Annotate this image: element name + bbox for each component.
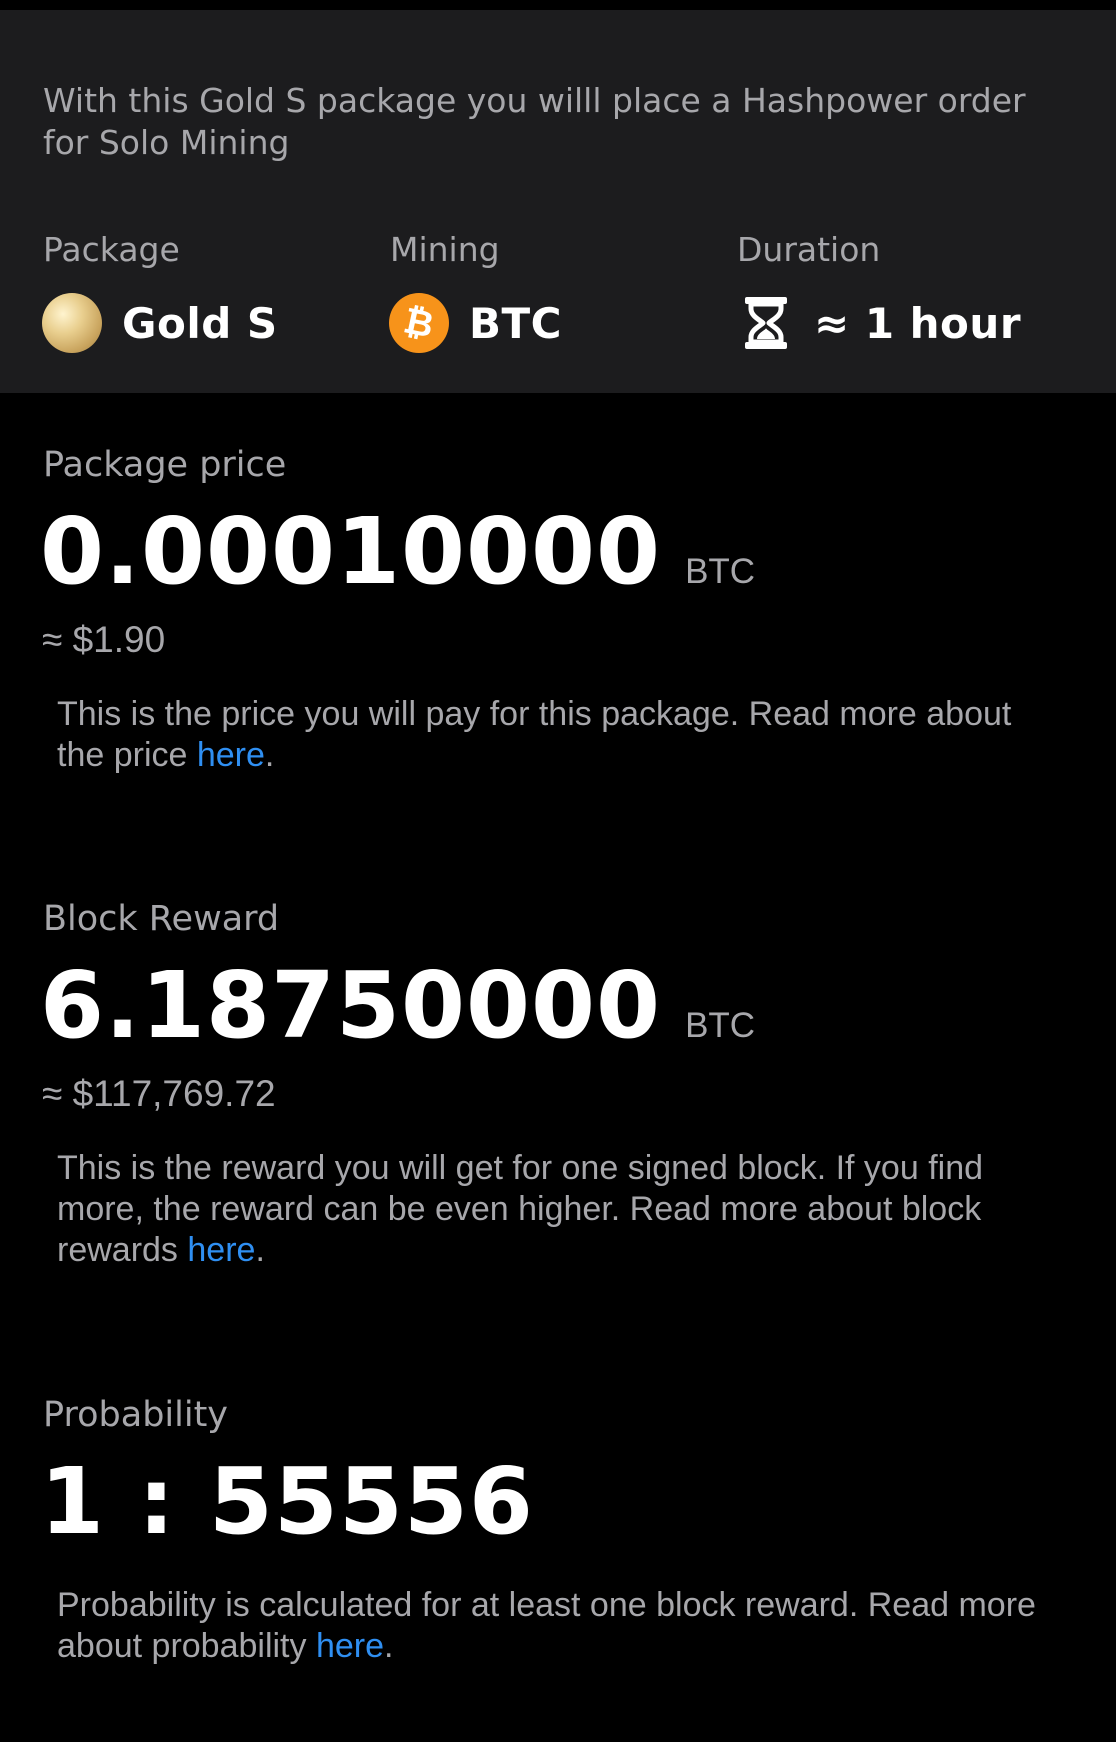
block-reward-label: Block Reward [43, 899, 280, 939]
package-price-row: 0.00010000 BTC [40, 502, 755, 602]
probability-description: Probability is calculated for at least o… [57, 1586, 1036, 1665]
probability-row: 1 : 55556 [40, 1452, 534, 1552]
intro-text: With this Gold S package you willl place… [43, 81, 1026, 162]
reward-info-link[interactable]: here [187, 1231, 255, 1269]
probability-amount: 1 : 55556 [40, 1448, 534, 1555]
mining-coin: BTC [469, 298, 562, 348]
package-price-label: Package price [43, 445, 287, 485]
package-price-amount: 0.00010000 [40, 498, 662, 605]
duration-label: Duration [737, 230, 881, 269]
mining-label: Mining [390, 230, 500, 269]
package-value: Gold S [42, 293, 278, 353]
package-price-description: This is the price you will pay for this … [57, 695, 1012, 774]
package-name: Gold S [122, 298, 278, 348]
block-reward-fiat: ≈ $117,769.72 [42, 1073, 276, 1114]
duration-value: ≈ 1 hour [740, 293, 1021, 353]
gold-coin-icon [42, 293, 102, 353]
block-reward-amount: 6.18750000 [40, 952, 662, 1059]
probability-info-link[interactable]: here [316, 1627, 384, 1665]
block-reward-description: This is the reward you will get for one … [57, 1149, 984, 1269]
hourglass-icon [740, 293, 792, 353]
bitcoin-icon: ₿ [389, 293, 449, 353]
price-info-link[interactable]: here [197, 736, 265, 774]
duration-text: ≈ 1 hour [814, 298, 1022, 348]
package-summary-header: With this Gold S package you willl place… [0, 10, 1116, 393]
block-reward-row: 6.18750000 BTC [40, 956, 755, 1056]
package-price-fiat: ≈ $1.90 [42, 619, 166, 660]
package-price-unit: BTC [685, 552, 756, 591]
probability-label: Probability [43, 1395, 229, 1435]
mining-value: ₿ BTC [389, 293, 562, 353]
package-label: Package [43, 230, 180, 269]
block-reward-unit: BTC [685, 1006, 756, 1045]
